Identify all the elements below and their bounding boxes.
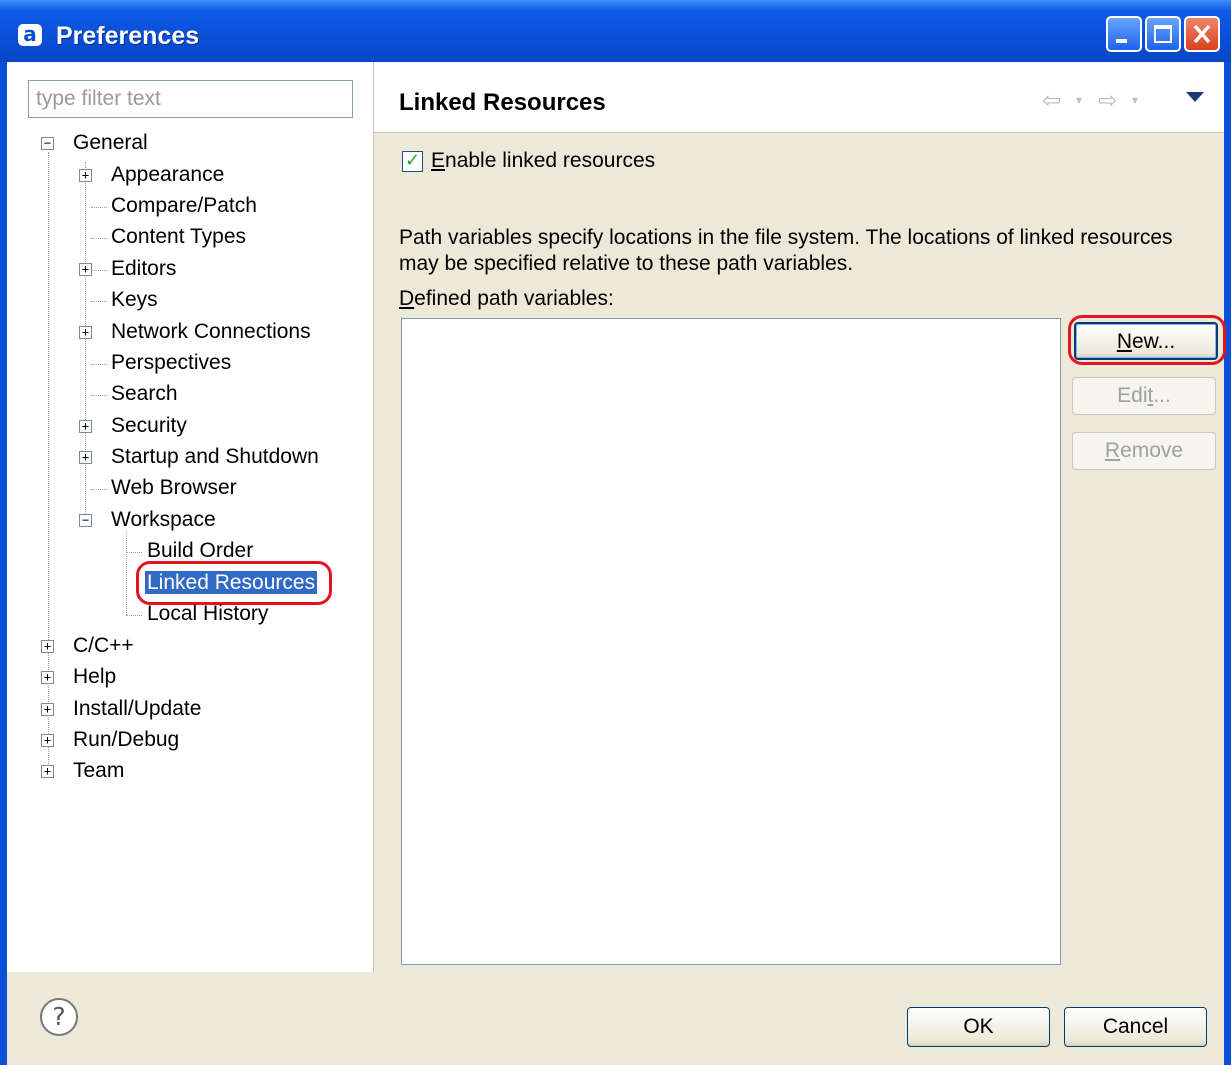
tree-item-label: Build Order (147, 539, 254, 562)
close-icon (1193, 24, 1211, 44)
tree-item-label: Search (111, 382, 178, 405)
preferences-window: a Preferences type filter text − General… (0, 0, 1231, 1065)
tree-item-keys[interactable]: Keys (111, 285, 158, 315)
expand-icon[interactable]: + (41, 640, 54, 653)
description-line-2: may be specified relative to these path … (399, 252, 854, 275)
forward-arrow-icon[interactable]: ⇨ (1098, 88, 1117, 114)
enable-linked-resources-label[interactable]: Enable linked resources (431, 149, 655, 173)
edit-button[interactable]: Edit... (1072, 377, 1216, 415)
tree-item-label: Network Connections (111, 320, 311, 343)
tree-item-label: Startup and Shutdown (111, 445, 319, 468)
back-dropdown-icon[interactable]: ▾ (1076, 93, 1082, 107)
button-label: ... (1153, 384, 1171, 407)
tree-item-local-history[interactable]: Local History (147, 599, 268, 629)
mnemonic-char: E (431, 149, 446, 172)
path-variables-list[interactable] (401, 318, 1061, 965)
tree-item-label: Web Browser (111, 476, 237, 499)
expand-icon[interactable]: + (41, 765, 54, 778)
tree-item-label: Local History (147, 602, 269, 625)
tree-item-label: C/C++ (73, 634, 134, 657)
tree-line (126, 532, 127, 615)
label-text: nable linked resources (445, 149, 656, 172)
tree-item-label: Security (111, 414, 187, 437)
tree-item-web-browser[interactable]: Web Browser (111, 473, 237, 503)
tree-item-label: Keys (111, 288, 158, 311)
tree-line (91, 207, 107, 208)
minimize-button[interactable] (1106, 16, 1142, 52)
expand-icon[interactable]: + (41, 703, 54, 716)
tree-line (85, 162, 86, 520)
tree-item-label: General (73, 131, 148, 154)
tree-line (91, 489, 107, 490)
filter-input[interactable]: type filter text (28, 80, 353, 118)
title-bar[interactable]: a Preferences (0, 0, 1231, 62)
mnemonic-char: D (399, 287, 415, 310)
maximize-button[interactable] (1145, 16, 1181, 52)
page-title: Linked Resources (399, 89, 606, 116)
page-header: Linked Resources ⇦ ▾ ⇨ ▾ (374, 62, 1224, 133)
expand-icon[interactable]: + (79, 169, 92, 182)
expand-icon[interactable]: + (79, 263, 92, 276)
preference-page: Linked Resources ⇦ ▾ ⇨ ▾ ✓ Enable linked… (374, 62, 1226, 972)
enable-linked-resources-checkbox[interactable]: ✓ (402, 151, 423, 172)
tree-item-label: Team (73, 759, 125, 782)
forward-dropdown-icon[interactable]: ▾ (1132, 93, 1138, 107)
window-title: Preferences (56, 22, 200, 50)
tree-line (91, 395, 107, 396)
minimize-icon (1116, 39, 1127, 43)
description-line-1: Path variables specify locations in the … (399, 226, 1173, 249)
preference-tree-pane: type filter text − General + Appearance (7, 62, 374, 972)
button-label: emove (1120, 439, 1184, 462)
app-icon: a (18, 24, 42, 46)
tree-line (91, 238, 107, 239)
tree-line (91, 270, 107, 271)
maximize-icon (1154, 25, 1172, 43)
tree-item-label: Run/Debug (73, 728, 180, 751)
back-arrow-icon[interactable]: ⇦ (1042, 88, 1061, 114)
tree-item-content-types[interactable]: Content Types (111, 222, 246, 252)
remove-button[interactable]: Remove (1072, 432, 1216, 470)
tree-line (126, 552, 142, 553)
expand-icon[interactable]: + (41, 734, 54, 747)
view-menu-icon[interactable] (1186, 92, 1204, 102)
dialog-body: type filter text − General + Appearance (7, 62, 1226, 1065)
tree-item-compare-patch[interactable]: Compare/Patch (111, 191, 257, 221)
tree-line (91, 301, 107, 302)
mnemonic-char: R (1104, 439, 1121, 462)
expand-icon[interactable]: + (79, 326, 92, 339)
ok-button[interactable]: OK (907, 1007, 1050, 1047)
tree-item-label: Workspace (111, 508, 216, 531)
defined-path-variables-label: Defined path variables: (399, 287, 614, 311)
label-text: efined path variables: (414, 287, 614, 310)
tree-item-label: Appearance (111, 163, 225, 186)
help-icon[interactable]: ? (40, 998, 78, 1036)
expand-icon[interactable]: + (79, 451, 92, 464)
tree-line (126, 615, 142, 616)
highlight-circle (1068, 315, 1226, 365)
close-button[interactable] (1184, 16, 1220, 52)
collapse-icon[interactable]: − (79, 514, 92, 527)
tree-item-label: Editors (111, 257, 177, 280)
tree-item-label: Perspectives (111, 351, 232, 374)
tree-item-perspectives[interactable]: Perspectives (111, 348, 231, 378)
collapse-icon[interactable]: − (41, 137, 54, 150)
tree-item-label: Help (73, 665, 117, 688)
button-label: Edi (1117, 384, 1148, 407)
tree-item-search[interactable]: Search (111, 379, 178, 409)
expand-icon[interactable]: + (79, 420, 92, 433)
tree-item-label: Install/Update (73, 697, 202, 720)
expand-icon[interactable]: + (41, 671, 54, 684)
cancel-button[interactable]: Cancel (1064, 1007, 1207, 1047)
tree-line (91, 364, 107, 365)
tree-item-label: Compare/Patch (111, 194, 257, 217)
tree-item-label: Content Types (111, 225, 247, 248)
